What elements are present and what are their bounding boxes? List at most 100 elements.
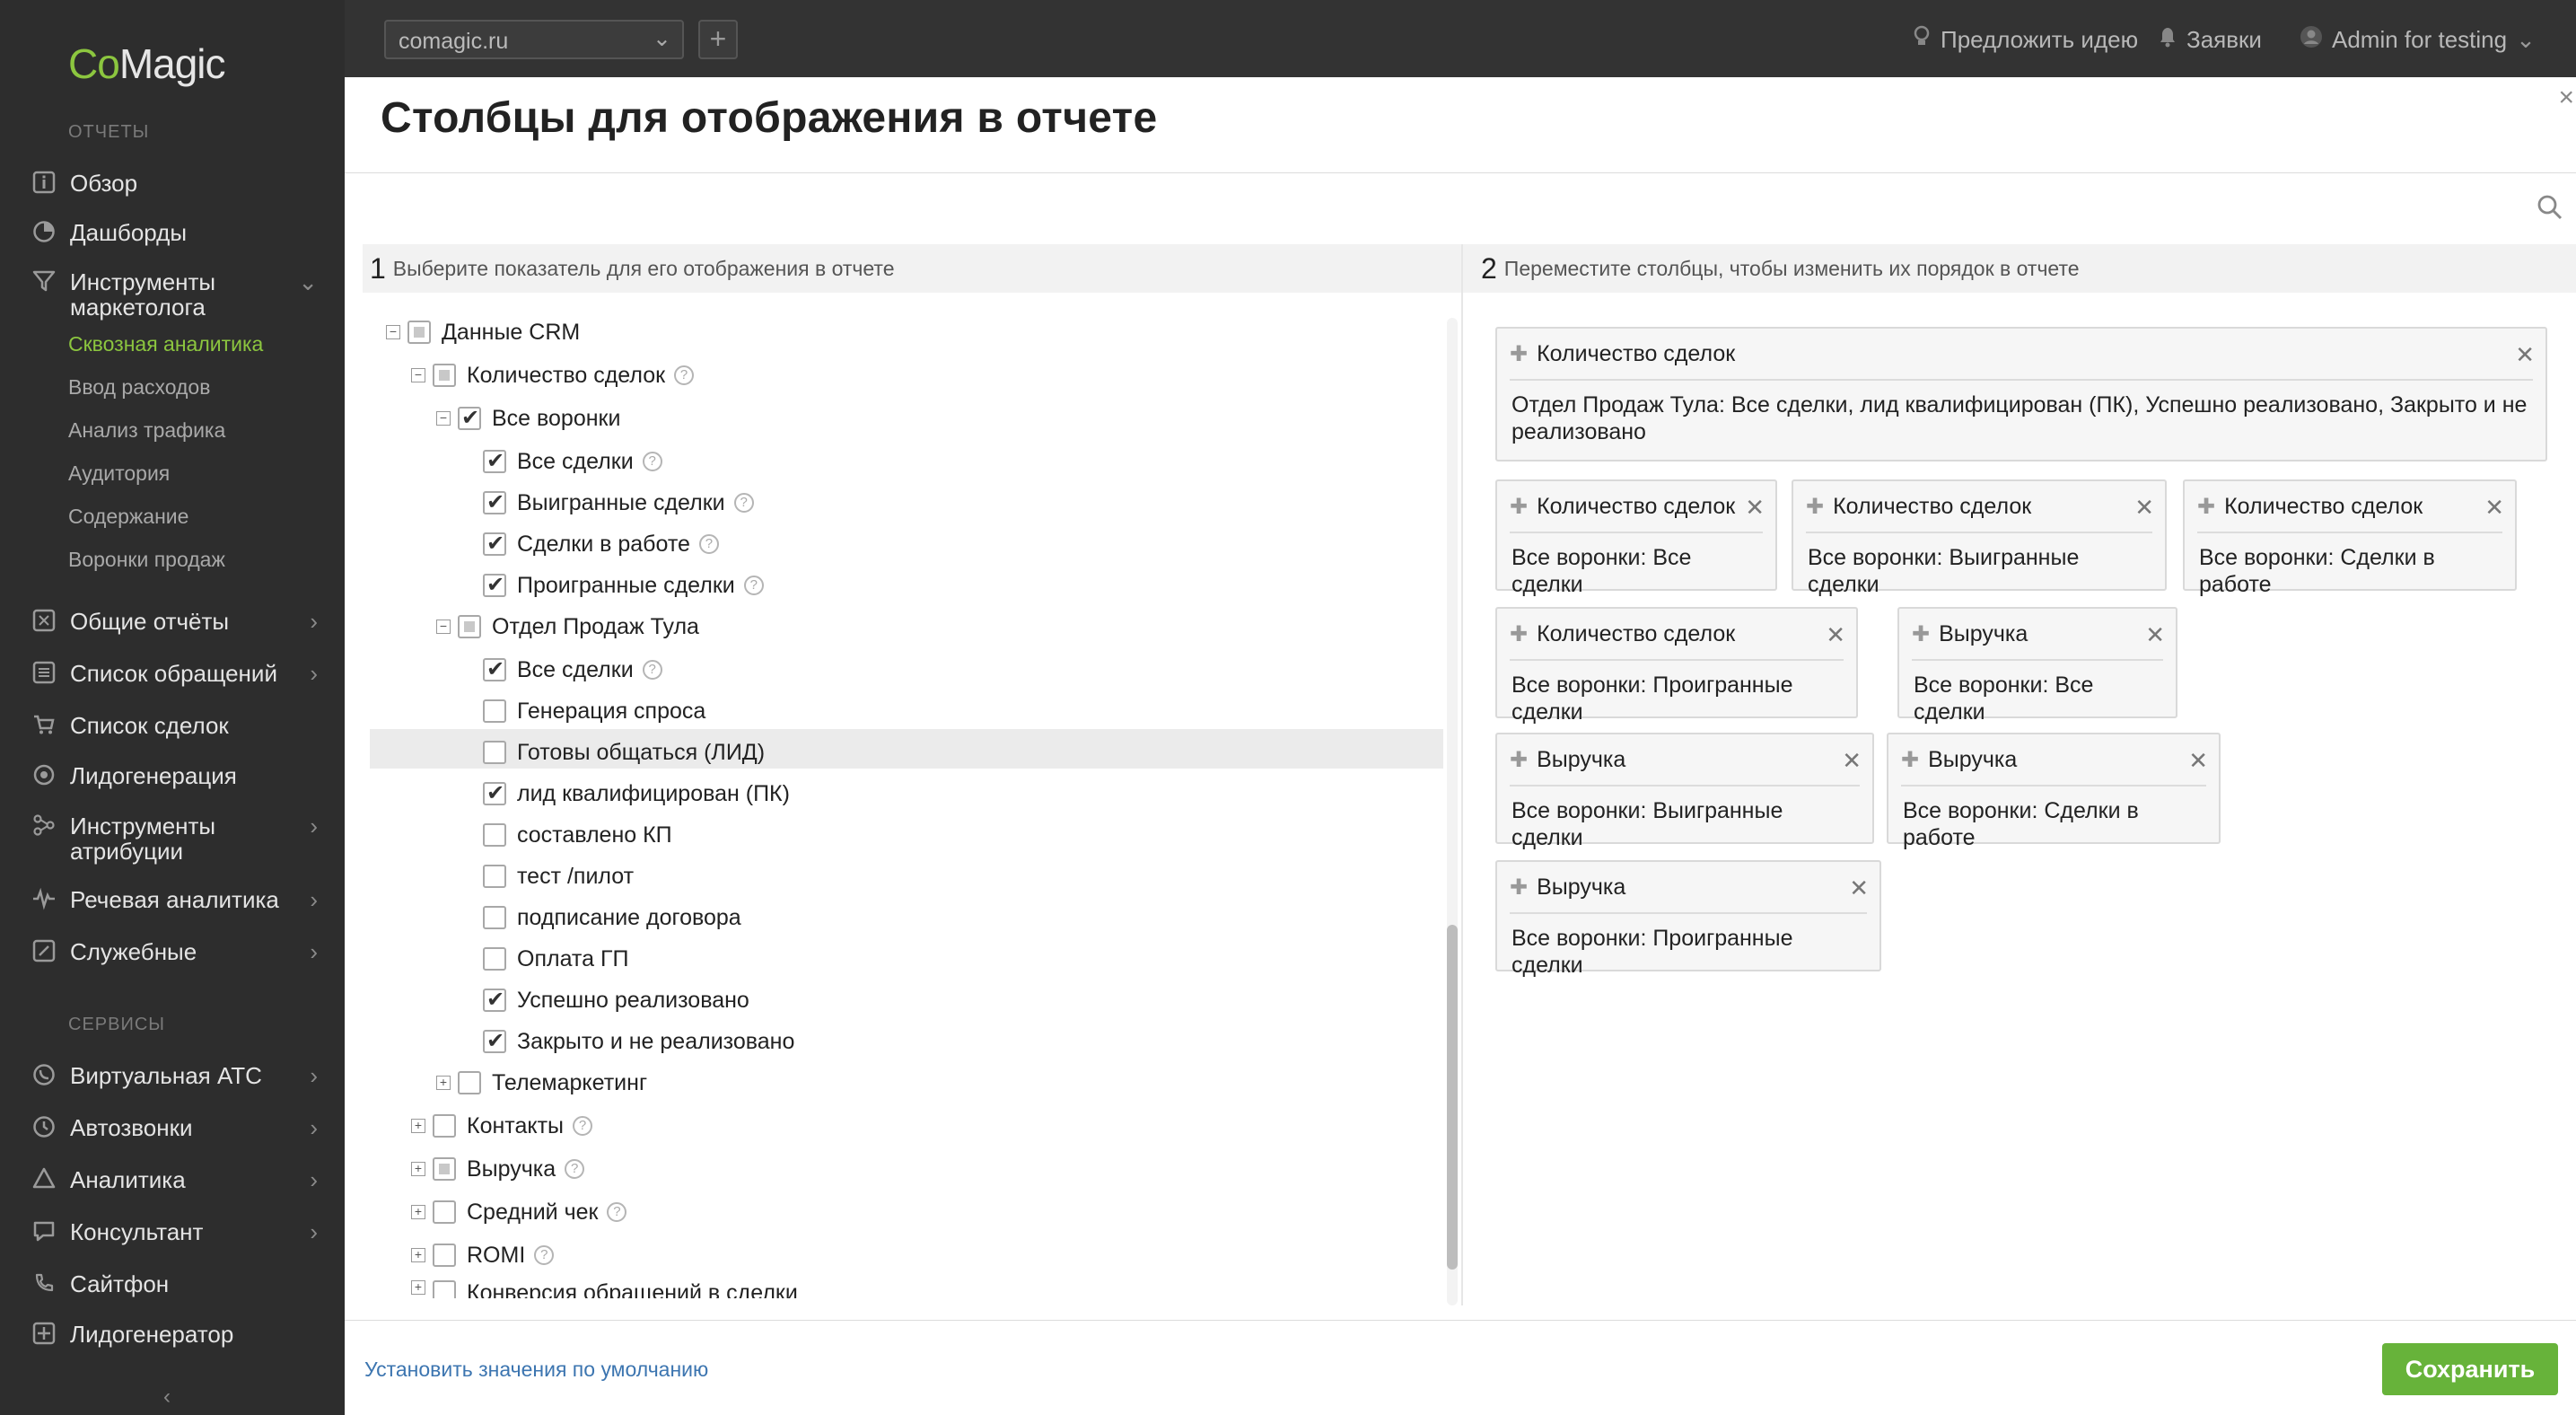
- help-icon[interactable]: ?: [565, 1159, 585, 1179]
- checkbox[interactable]: [483, 987, 506, 1013]
- help-icon[interactable]: ?: [607, 1202, 627, 1222]
- sidebar-item-autocalls[interactable]: Автозвонки ›: [32, 1115, 318, 1140]
- tree-row[interactable]: составлено КП: [483, 817, 672, 853]
- tree-scrollbar[interactable]: [1447, 925, 1458, 1270]
- sidebar-item-leadgenerator[interactable]: Лидогенератор: [32, 1322, 318, 1347]
- checkbox[interactable]: [458, 1071, 481, 1094]
- column-card[interactable]: ✚ Выручка ✕ Все воронки: Все сделки: [1897, 607, 2177, 725]
- checkbox[interactable]: [433, 1244, 456, 1267]
- remove-icon[interactable]: ✕: [1745, 494, 1765, 522]
- collapse-toggle[interactable]: −: [436, 620, 451, 634]
- sidebar-item-consultant[interactable]: Консультант ›: [32, 1219, 318, 1244]
- checkbox[interactable]: [483, 823, 506, 847]
- user-menu[interactable]: Admin for testing ⌄: [2300, 25, 2536, 55]
- sidebar-item-marketer-tools[interactable]: Инструменты маркетолога ⌄: [32, 269, 318, 320]
- checkbox[interactable]: [483, 947, 506, 971]
- column-card[interactable]: ✚ Выручка ✕ Все воронки: Сделки в работе: [1887, 733, 2221, 850]
- suggest-idea-link[interactable]: Предложить идею: [1912, 25, 2138, 55]
- card-header[interactable]: ✚ Выручка ✕: [1901, 734, 2208, 787]
- sidebar-item-virtual-pbx[interactable]: Виртуальная АТС ›: [32, 1063, 318, 1088]
- checkbox[interactable]: [483, 572, 506, 598]
- help-icon[interactable]: ?: [674, 365, 695, 385]
- expand-toggle[interactable]: +: [411, 1280, 425, 1295]
- tree-row[interactable]: Выигранные сделки ?: [483, 485, 754, 521]
- checkbox[interactable]: [483, 656, 506, 682]
- search-icon[interactable]: [2537, 194, 2563, 225]
- remove-icon[interactable]: ✕: [2188, 747, 2208, 775]
- tree-row[interactable]: + Выручка ?: [411, 1151, 585, 1187]
- tree-row[interactable]: лид квалифицирован (ПК): [483, 776, 790, 812]
- card-header[interactable]: ✚ Количество сделок ✕: [1806, 481, 2154, 533]
- checkbox[interactable]: [483, 1028, 506, 1054]
- column-card[interactable]: ✚ Количество сделок ✕ Все воронки: Все с…: [1495, 479, 1777, 597]
- checkbox[interactable]: [483, 780, 506, 806]
- tree-row[interactable]: − Данные CRM: [386, 314, 580, 350]
- drag-handle-icon[interactable]: ✚: [1912, 621, 1930, 647]
- sidebar-sub-item-through-analytics[interactable]: Сквозная аналитика: [68, 332, 263, 356]
- tree-row[interactable]: − Отдел Продаж Тула: [436, 609, 699, 645]
- expand-toggle[interactable]: +: [411, 1205, 425, 1219]
- checkbox[interactable]: [407, 321, 431, 344]
- tree-row[interactable]: Генерация спроса: [483, 693, 705, 729]
- drag-handle-icon[interactable]: ✚: [1510, 874, 1528, 901]
- sidebar-item-sitephone[interactable]: Сайтфон: [32, 1271, 318, 1296]
- checkbox[interactable]: [458, 615, 481, 638]
- tree-row[interactable]: Сделки в работе ?: [483, 526, 719, 562]
- tree-row[interactable]: − Все воронки: [436, 400, 620, 436]
- save-button[interactable]: Сохранить: [2382, 1343, 2558, 1395]
- drag-handle-icon[interactable]: ✚: [1510, 621, 1528, 647]
- tree-row[interactable]: Успешно реализовано: [483, 982, 749, 1018]
- checkbox[interactable]: [433, 1280, 456, 1298]
- tree-row[interactable]: Готовы общаться (ЛИД): [483, 734, 765, 770]
- checkbox[interactable]: [483, 906, 506, 929]
- sidebar-item-requests-list[interactable]: Список обращений ›: [32, 661, 318, 686]
- tree-row[interactable]: тест /пилот: [483, 858, 634, 894]
- checkbox[interactable]: [483, 865, 506, 888]
- tree-row[interactable]: + Конверсия обращений в сделки: [411, 1280, 798, 1298]
- remove-icon[interactable]: ✕: [2515, 341, 2535, 369]
- card-header[interactable]: ✚ Выручка ✕: [1912, 609, 2165, 661]
- add-site-button[interactable]: +: [698, 20, 738, 59]
- checkbox[interactable]: [483, 448, 506, 474]
- site-select[interactable]: comagic.ru ⌄: [384, 20, 684, 59]
- sidebar-item-deals-list[interactable]: Список сделок: [32, 713, 318, 738]
- remove-icon[interactable]: ✕: [2484, 494, 2504, 522]
- drag-handle-icon[interactable]: ✚: [1901, 747, 1919, 773]
- sidebar-item-speech-analytics[interactable]: Речевая аналитика ›: [32, 887, 318, 912]
- help-icon[interactable]: ?: [733, 493, 754, 513]
- sidebar-item-analytics[interactable]: Аналитика ›: [32, 1167, 318, 1192]
- checkbox[interactable]: [433, 364, 456, 387]
- drag-handle-icon[interactable]: ✚: [1510, 494, 1528, 520]
- tree-row[interactable]: Оплата ГП: [483, 941, 628, 977]
- sidebar-sub-item-funnels[interactable]: Воронки продаж: [68, 548, 225, 572]
- tree-row[interactable]: Все сделки ?: [483, 652, 662, 688]
- remove-icon[interactable]: ✕: [1826, 621, 1845, 649]
- drag-handle-icon[interactable]: ✚: [1806, 494, 1824, 520]
- help-icon[interactable]: ?: [698, 534, 719, 554]
- tree-row[interactable]: Все сделки ?: [483, 444, 662, 479]
- card-header[interactable]: ✚ Количество сделок ✕: [1510, 481, 1765, 533]
- drag-handle-icon[interactable]: ✚: [1510, 747, 1528, 773]
- expand-toggle[interactable]: +: [411, 1119, 425, 1133]
- sidebar-sub-item-audience[interactable]: Аудитория: [68, 461, 170, 486]
- checkbox[interactable]: [483, 489, 506, 515]
- help-icon[interactable]: ?: [642, 660, 662, 680]
- remove-icon[interactable]: ✕: [1849, 874, 1869, 902]
- column-card[interactable]: ✚ Количество сделок ✕ Отдел Продаж Тула:…: [1495, 327, 2547, 461]
- card-header[interactable]: ✚ Выручка ✕: [1510, 862, 1869, 914]
- tree-row[interactable]: Закрыто и не реализовано: [483, 1024, 794, 1059]
- remove-icon[interactable]: ✕: [1842, 747, 1862, 775]
- sidebar-sub-item-expenses[interactable]: Ввод расходов: [68, 375, 210, 400]
- checkbox[interactable]: [433, 1157, 456, 1181]
- tree-row[interactable]: Проигранные сделки ?: [483, 567, 764, 603]
- tree-row[interactable]: − Количество сделок ?: [411, 357, 695, 393]
- collapse-sidebar-button[interactable]: ‹: [163, 1384, 171, 1410]
- tree-row[interactable]: + Телемаркетинг: [436, 1065, 647, 1101]
- remove-icon[interactable]: ✕: [2134, 494, 2154, 522]
- column-card[interactable]: ✚ Количество сделок ✕ Все воронки: Проиг…: [1495, 607, 1858, 725]
- sidebar-item-general-reports[interactable]: Общие отчёты ›: [32, 609, 318, 634]
- checkbox[interactable]: [458, 405, 481, 431]
- sidebar-item-service[interactable]: Служебные ›: [32, 939, 318, 964]
- collapse-toggle[interactable]: −: [386, 325, 400, 339]
- expand-toggle[interactable]: +: [411, 1248, 425, 1262]
